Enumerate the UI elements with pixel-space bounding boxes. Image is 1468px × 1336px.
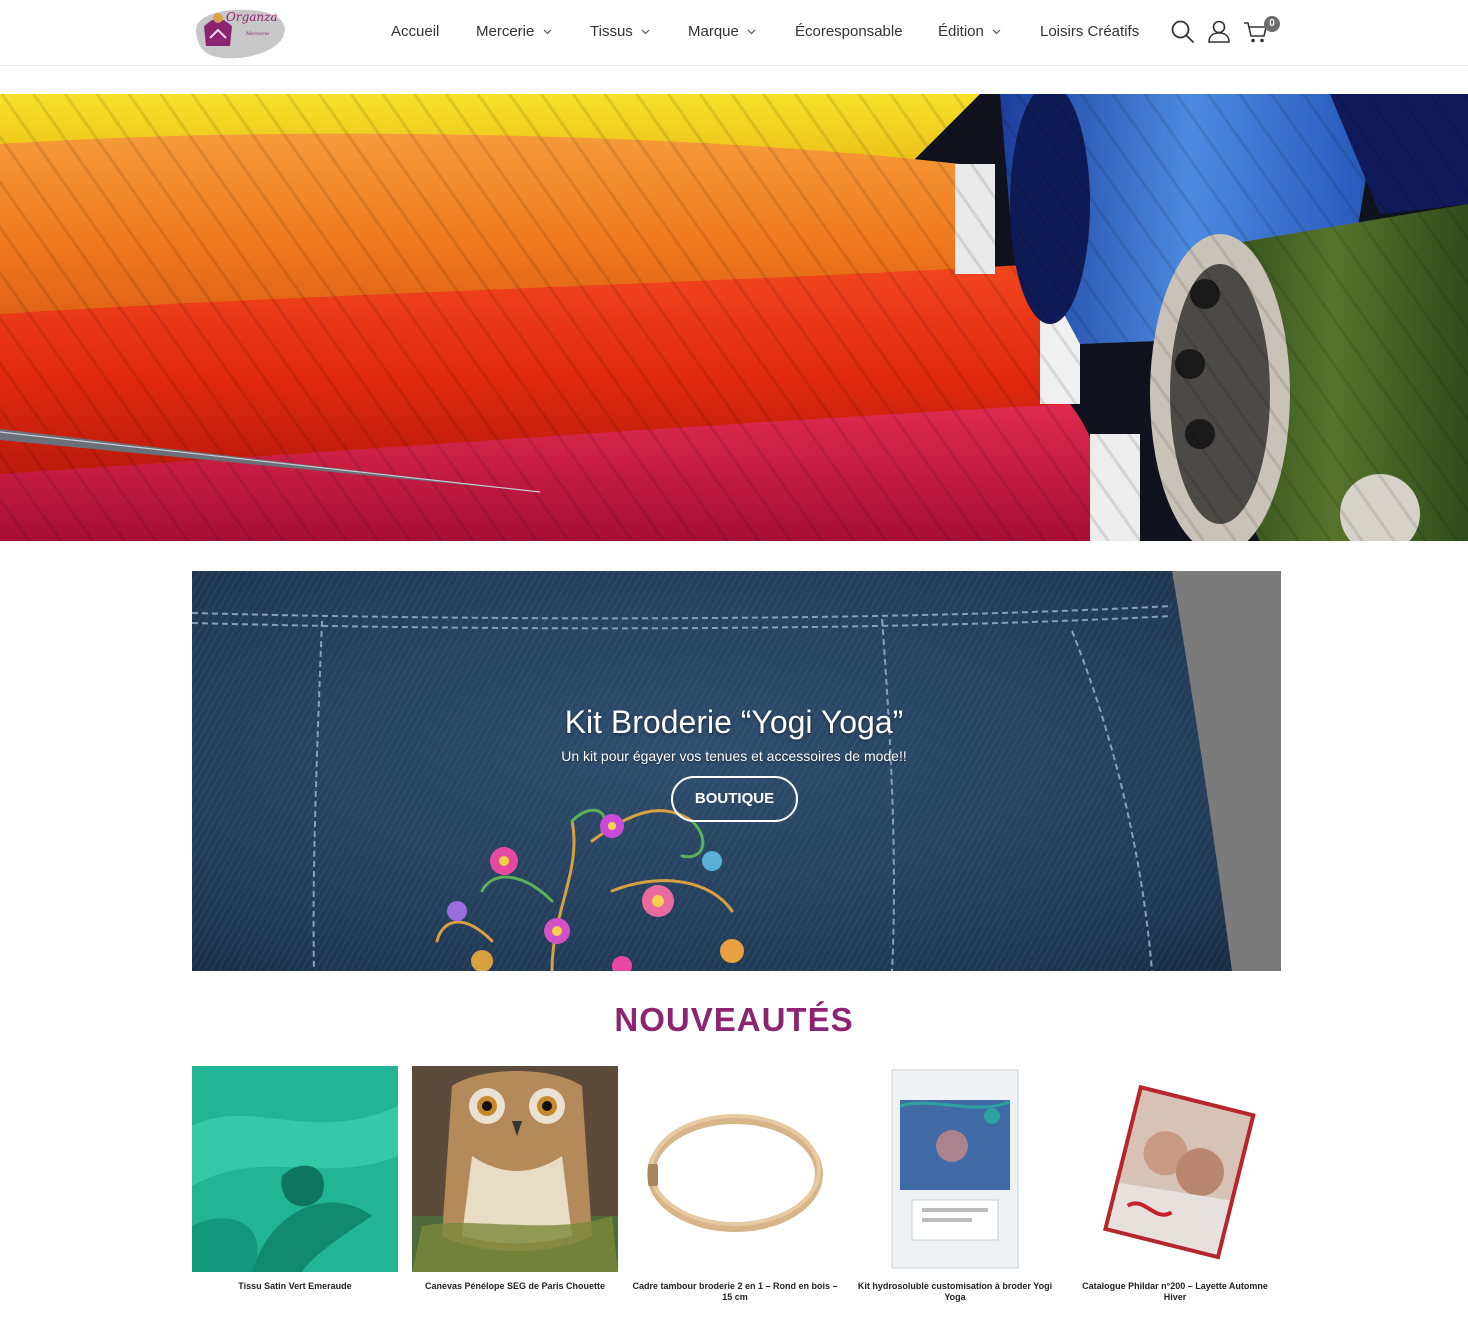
product-card[interactable]: Kit hydrosoluble customisation à broder …: [852, 1066, 1058, 1303]
denim-jacket-image: [192, 571, 1281, 971]
product-card[interactable]: Canevas Pénélope SEG de Paris Chouette: [412, 1066, 618, 1292]
svg-text:Mercerie: Mercerie: [245, 31, 269, 37]
product-image-hoop: [632, 1066, 838, 1272]
nav-tissus[interactable]: Tissus: [590, 22, 650, 42]
site-header: Organza Mercerie Accueil Mercerie Tissus…: [0, 0, 1468, 66]
product-image-catalogue: [1072, 1066, 1278, 1272]
nav-label: Tissus: [590, 23, 633, 40]
promo-banner[interactable]: [192, 571, 1281, 971]
product-card[interactable]: Catalogue Phildar n°200 – Layette Automn…: [1072, 1066, 1278, 1303]
nav-label: Écoresponsable: [795, 23, 903, 40]
promo-subtitle: Un kit pour égayer vos tenues et accesso…: [561, 748, 907, 764]
product-name[interactable]: Tissu Satin Vert Emeraude: [192, 1281, 398, 1292]
product-image-kit: [852, 1066, 1058, 1272]
search-icon[interactable]: [1169, 18, 1197, 46]
nav-edition[interactable]: Édition: [938, 22, 1001, 42]
chevron-down-icon: [543, 29, 551, 35]
cart-count-badge: 0: [1264, 16, 1280, 32]
product-name[interactable]: Canevas Pénélope SEG de Paris Chouette: [412, 1281, 618, 1292]
product-image-satin: [192, 1066, 398, 1272]
chevron-down-icon: [992, 29, 1001, 35]
promo-title: Kit Broderie “Yogi Yoga”: [564, 704, 904, 740]
nav-label: Accueil: [391, 23, 440, 40]
nav-label: Édition: [938, 23, 984, 40]
product-name[interactable]: Catalogue Phildar n°200 – Layette Automn…: [1072, 1281, 1278, 1303]
nav-loisirs-creatifs[interactable]: Loisirs Créatifs: [1040, 22, 1139, 42]
user-icon[interactable]: [1205, 18, 1233, 46]
nav-label: Mercerie: [476, 23, 535, 40]
chevron-down-icon: [747, 29, 756, 35]
nav-mercerie[interactable]: Mercerie: [476, 22, 552, 42]
section-title-nouveautes: NOUVEAUTÉS: [614, 1001, 854, 1038]
product-card[interactable]: Cadre tambour broderie 2 en 1 – Rond en …: [632, 1066, 838, 1303]
product-image-owl: [412, 1066, 618, 1272]
site-logo[interactable]: Organza Mercerie: [190, 2, 290, 64]
nav-accueil[interactable]: Accueil: [391, 22, 439, 42]
product-card[interactable]: Tissu Satin Vert Emeraude: [192, 1066, 398, 1292]
chevron-down-icon: [641, 29, 650, 35]
product-name[interactable]: Kit hydrosoluble customisation à broder …: [852, 1281, 1058, 1303]
nav-marque[interactable]: Marque: [688, 22, 756, 42]
product-name[interactable]: Cadre tambour broderie 2 en 1 – Rond en …: [632, 1281, 838, 1303]
nav-label: Marque: [688, 23, 739, 40]
hero-banner-image: [0, 94, 1468, 541]
svg-text:Organza: Organza: [226, 10, 278, 24]
nav-label: Loisirs Créatifs: [1040, 23, 1140, 40]
boutique-button[interactable]: BOUTIQUE: [671, 776, 798, 822]
nav-ecoresponsable[interactable]: Écoresponsable: [795, 22, 903, 42]
